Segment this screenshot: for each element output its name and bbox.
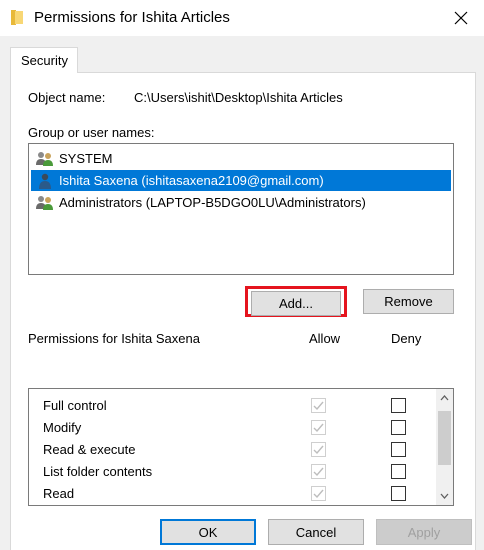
scroll-thumb[interactable] — [438, 411, 451, 465]
list-item-label: SYSTEM — [59, 151, 113, 166]
apply-button: Apply — [376, 519, 472, 545]
permission-name: Read & execute — [43, 442, 136, 457]
permission-row: Read — [29, 483, 433, 505]
list-item-system[interactable]: SYSTEM — [31, 148, 451, 169]
allow-checkbox — [311, 464, 326, 479]
window-title: Permissions for Ishita Articles — [34, 9, 230, 26]
deny-header: Deny — [391, 331, 422, 346]
checkmark-icon — [313, 401, 324, 411]
cancel-button[interactable]: Cancel — [268, 519, 364, 545]
allow-checkbox — [311, 486, 326, 501]
permission-name: Full control — [43, 398, 107, 413]
tab-security-label: Security — [21, 53, 68, 68]
permission-name: List folder contents — [43, 464, 153, 479]
allow-header: Allow — [309, 331, 341, 346]
user-list[interactable]: SYSTEM Ishita Saxena (ishitasaxena2109@g… — [28, 143, 454, 275]
ok-button[interactable]: OK — [160, 519, 256, 545]
tab-security[interactable]: Security — [10, 47, 78, 73]
close-icon — [454, 11, 468, 25]
list-item-administrators[interactable]: Administrators (LAPTOP-B5DGO0LU\Administ… — [31, 192, 451, 213]
group-names-label: Group or user names: — [28, 125, 155, 140]
list-item-ishita[interactable]: Ishita Saxena (ishitasaxena2109@gmail.co… — [31, 170, 451, 191]
scroll-down-arrow[interactable] — [438, 489, 451, 503]
deny-checkbox[interactable] — [391, 420, 406, 435]
users-group-icon — [36, 151, 53, 166]
permission-row: List folder contents — [29, 461, 433, 483]
add-button[interactable]: Add... — [251, 291, 341, 316]
deny-checkbox[interactable] — [391, 464, 406, 479]
remove-button[interactable]: Remove — [363, 289, 454, 314]
permissions-scrollbar[interactable] — [436, 389, 453, 505]
permission-row: Full control — [29, 395, 433, 417]
allow-checkbox — [311, 442, 326, 457]
permission-row: Write — [29, 505, 433, 506]
object-name-value: C:\Users\ishit\Desktop\Ishita Articles — [134, 90, 343, 105]
title-bar: Permissions for Ishita Articles — [0, 0, 484, 36]
permission-name: Read — [43, 486, 75, 501]
list-item-label: Administrators (LAPTOP-B5DGO0LU\Administ… — [59, 195, 366, 210]
close-button[interactable] — [448, 5, 474, 31]
list-item-label: Ishita Saxena (ishitasaxena2109@gmail.co… — [59, 173, 324, 188]
deny-checkbox[interactable] — [391, 442, 406, 457]
permission-row: Modify — [29, 417, 433, 439]
deny-checkbox[interactable] — [391, 486, 406, 501]
permission-name: Modify — [43, 420, 82, 435]
user-icon — [39, 173, 51, 189]
chevron-down-icon — [440, 493, 449, 499]
allow-checkbox — [311, 398, 326, 413]
deny-checkbox[interactable] — [391, 398, 406, 413]
chevron-up-icon — [440, 395, 449, 401]
object-name-label: Object name: — [28, 90, 106, 105]
folder-icon — [11, 10, 23, 25]
checkmark-icon — [313, 423, 324, 433]
permission-row: Read & execute — [29, 439, 433, 461]
dialog-body: Security Object name: C:\Users\ishit\Des… — [0, 36, 484, 550]
security-panel: Object name: C:\Users\ishit\Desktop\Ishi… — [10, 72, 476, 550]
checkmark-icon — [313, 445, 324, 455]
checkmark-icon — [313, 489, 324, 499]
permissions-label: Permissions for Ishita Saxena — [28, 331, 200, 346]
checkmark-icon — [313, 467, 324, 477]
scroll-up-arrow[interactable] — [438, 391, 451, 405]
users-group-icon — [36, 195, 53, 210]
allow-checkbox — [311, 420, 326, 435]
permissions-list: Write Read List folder contents Read & exec… — [28, 388, 454, 506]
